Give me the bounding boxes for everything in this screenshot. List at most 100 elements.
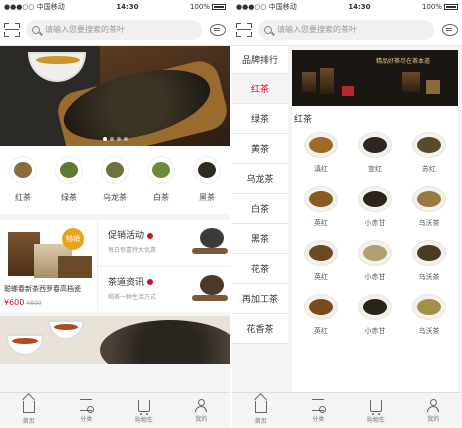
product-item[interactable]: 宣红 <box>348 132 402 186</box>
product-item[interactable]: 英红 <box>294 240 348 294</box>
clock: 14:30 <box>348 3 371 11</box>
featured-product[interactable]: 畅销 聪螺春新茶西罗春高档瓷 ¥600 ¥800 <box>0 220 98 312</box>
hero-banner[interactable] <box>0 46 230 146</box>
tea-plate-image <box>357 186 392 212</box>
scan-icon[interactable] <box>4 22 20 37</box>
sidebar-item[interactable]: 绿茶 <box>232 104 288 134</box>
product-item[interactable]: 小赤甘 <box>348 294 402 348</box>
tea-plate-image <box>357 240 392 266</box>
category-item[interactable]: 绿茶 <box>49 156 89 203</box>
sidebar-item[interactable]: 乌龙茶 <box>232 164 288 194</box>
category-item[interactable]: 红茶 <box>3 156 43 203</box>
search-icon <box>264 25 272 34</box>
search-icon <box>32 25 40 34</box>
product-item[interactable]: 苏红 <box>402 132 456 186</box>
home-icon <box>254 400 267 413</box>
sidebar-item[interactable]: 红茶 <box>232 74 288 104</box>
tab-cart[interactable]: 购物车 <box>347 393 405 428</box>
category-screen: ●●●○○ 中国移动 14:30 100% 请输入您要搜索的茶叶 品牌排行 红茶绿… <box>232 0 462 428</box>
cart-icon <box>369 399 382 415</box>
sidebar-item[interactable]: 花茶 <box>232 254 288 284</box>
battery-level: 100% <box>421 3 442 11</box>
cart-icon <box>137 399 150 415</box>
tea-image <box>198 162 216 178</box>
secondary-banner[interactable] <box>0 316 230 364</box>
status-bar: ●●●○○ 中国移动 14:30 100% <box>0 0 230 14</box>
message-icon[interactable] <box>442 23 458 36</box>
news-link[interactable]: 茶道资讯 喝茶一种生活方式 <box>98 267 230 313</box>
product-label: 小赤甘 <box>364 327 386 335</box>
category-content: 精品好茶尽在茶本道 红茶 滇红 宣红 苏红 英红 小赤甘 乌沃茶 英红 小赤甘 乌沃茶 英红 小赤甘… <box>292 50 458 392</box>
banner-text: 精品好茶尽在茶本道 <box>376 58 431 65</box>
tea-image <box>14 162 32 178</box>
current-price: ¥600 <box>4 298 25 307</box>
product-label: 宣红 <box>367 165 382 173</box>
tab-cart[interactable]: 购物车 <box>115 393 173 428</box>
hot-badge: 畅销 <box>62 228 84 250</box>
tab-home[interactable]: 首页 <box>232 393 290 428</box>
search-bar: 请输入您要搜索的茶叶 <box>0 14 230 46</box>
search-placeholder: 请输入您要搜索的茶叶 <box>277 25 357 34</box>
sidebar-item[interactable]: 品牌排行 <box>232 46 288 74</box>
search-placeholder: 请输入您要搜索的茶叶 <box>45 25 125 34</box>
tab-profile[interactable]: 我的 <box>173 393 231 428</box>
arrow-icon <box>147 279 154 285</box>
tab-category[interactable]: 分类 <box>58 393 116 428</box>
product-label: 乌沃茶 <box>418 327 440 335</box>
teapot-image <box>192 274 228 301</box>
category-item[interactable]: 白茶 <box>141 156 181 203</box>
original-price: ¥800 <box>26 300 42 307</box>
battery-icon <box>211 4 226 10</box>
category-label: 乌龙茶 <box>103 193 127 202</box>
product-item[interactable]: 小赤甘 <box>348 186 402 240</box>
tab-label: 我的 <box>427 415 440 423</box>
tab-label: 购物车 <box>134 416 153 424</box>
category-icon <box>80 398 95 413</box>
sidebar-item[interactable]: 黄茶 <box>232 134 288 164</box>
category-item[interactable]: 黑茶 <box>187 156 227 203</box>
carrier: ●●●○○ 中国移动 <box>4 3 65 11</box>
tab-profile[interactable]: 我的 <box>405 393 462 428</box>
user-icon <box>195 398 208 412</box>
product-item[interactable]: 小赤甘 <box>348 240 402 294</box>
product-label: 乌沃茶 <box>418 219 440 227</box>
arrow-icon <box>147 232 154 239</box>
product-item[interactable]: 英红 <box>294 186 348 240</box>
scan-icon[interactable] <box>236 22 252 37</box>
battery-level: 100% <box>189 3 210 11</box>
sidebar-item[interactable]: 黑茶 <box>232 224 288 254</box>
sidebar-item[interactable]: 花香茶 <box>232 314 288 344</box>
tea-plate-image <box>411 240 446 266</box>
category-icon <box>312 398 327 413</box>
search-input[interactable]: 请输入您要搜索的茶叶 <box>258 19 434 40</box>
promotion-link[interactable]: 促销活动 每日惊喜特大优惠 <box>98 220 230 267</box>
battery-icon <box>443 4 458 10</box>
tab-label: 分类 <box>80 415 93 423</box>
category-label: 白茶 <box>153 193 169 202</box>
category-item[interactable]: 乌龙茶 <box>95 156 135 203</box>
tea-plate-image <box>411 294 446 320</box>
sidebar-item[interactable]: 再加工茶 <box>232 284 288 314</box>
tea-plate-image <box>411 186 446 212</box>
category-banner[interactable]: 精品好茶尽在茶本道 <box>292 50 458 106</box>
tab-category[interactable]: 分类 <box>290 393 348 428</box>
tea-plate-image <box>411 132 446 158</box>
tea-image <box>60 162 78 178</box>
home-screen: ●●●○○ 中国移动 14:30 100% 请输入您要搜索的茶叶 红茶 绿茶 乌… <box>0 0 230 428</box>
product-label: 小赤甘 <box>364 219 386 227</box>
message-icon[interactable] <box>210 23 226 36</box>
tab-label: 首页 <box>22 417 35 425</box>
search-input[interactable]: 请输入您要搜索的茶叶 <box>26 19 202 40</box>
product-grid: 滇红 宣红 苏红 英红 小赤甘 乌沃茶 英红 小赤甘 乌沃茶 英红 小赤甘 乌沃茶 <box>292 128 458 348</box>
battery: 100% <box>422 3 458 11</box>
tea-image <box>152 162 170 178</box>
tab-label: 首页 <box>254 417 267 425</box>
product-item[interactable]: 乌沃茶 <box>402 240 456 294</box>
sidebar-item[interactable]: 白茶 <box>232 194 288 224</box>
tab-home[interactable]: 首页 <box>0 393 58 428</box>
product-item[interactable]: 乌沃茶 <box>402 294 456 348</box>
news-title: 茶道资讯 <box>108 277 145 288</box>
product-item[interactable]: 乌沃茶 <box>402 186 456 240</box>
product-item[interactable]: 滇红 <box>294 132 348 186</box>
product-item[interactable]: 英红 <box>294 294 348 348</box>
